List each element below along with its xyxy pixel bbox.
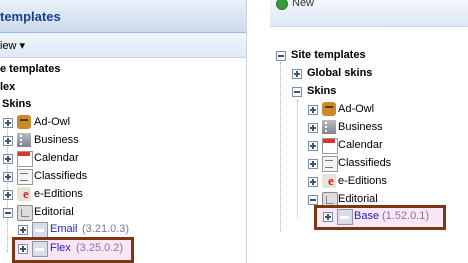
expand-icon[interactable] — [292, 69, 302, 79]
tree-node-label: Calendar — [338, 139, 383, 151]
skin-icon — [32, 241, 48, 257]
skin-version: (3.25.0.2) — [76, 242, 124, 254]
owl-icon — [322, 102, 336, 116]
skin-version: (1.52.0.1) — [382, 210, 430, 222]
expand-icon[interactable] — [3, 190, 13, 200]
tree-node-label: Ad-Owl — [338, 103, 375, 115]
left-panel: templates iew ▾ e templates lex Skins Ad… — [0, 0, 247, 263]
expand-icon[interactable] — [308, 141, 318, 151]
new-icon[interactable] — [276, 0, 288, 10]
view-menu-button[interactable]: iew ▾ — [0, 39, 25, 52]
expand-icon[interactable] — [308, 177, 318, 187]
tree-node-label: Classifieds — [338, 157, 392, 169]
tree-node-label: Skins — [2, 98, 32, 110]
expand-icon[interactable] — [18, 225, 28, 235]
expand-icon[interactable] — [3, 154, 13, 164]
tree-node-label: Email — [50, 223, 78, 235]
tree-node-label: Calendar — [34, 152, 79, 164]
tree-node-label: Site templates — [291, 49, 366, 61]
tree-node-label: Editorial — [338, 193, 378, 205]
tree-node-label: Skins — [307, 85, 337, 97]
building-icon — [17, 133, 31, 147]
new-button[interactable]: New — [292, 0, 314, 9]
tree-node-label: e-Editions — [34, 188, 83, 200]
classifieds-icon — [17, 169, 33, 185]
collapse-icon[interactable] — [3, 208, 13, 218]
expand-icon[interactable] — [323, 212, 333, 222]
tree-node-label: Classifieds — [34, 170, 88, 182]
skin-icon — [337, 209, 353, 225]
expand-icon[interactable] — [18, 244, 28, 254]
expand-icon[interactable] — [308, 159, 318, 169]
toolbar: New — [270, 0, 468, 27]
calendar-icon — [17, 151, 33, 167]
tree-node-label: Ad-Owl — [34, 116, 71, 128]
tree-guide-line — [297, 100, 298, 218]
owl-icon — [17, 115, 31, 129]
collapse-icon[interactable] — [276, 51, 286, 61]
tree-node-label: e-Editions — [338, 175, 387, 187]
tree-node-label: Business — [34, 134, 79, 146]
panel-title: templates — [0, 9, 61, 24]
building-icon — [322, 120, 336, 134]
collapse-icon[interactable] — [308, 195, 318, 205]
expand-icon[interactable] — [3, 172, 13, 182]
tree-node-label: Global skins — [307, 67, 373, 79]
collapse-icon[interactable] — [292, 87, 302, 97]
tree-node-label: lex — [0, 81, 16, 93]
e-editions-icon — [17, 186, 31, 202]
panel-titlebar: templates — [0, 0, 246, 33]
classifieds-icon — [322, 156, 338, 172]
tree-node-label: Flex — [50, 242, 71, 254]
skin-icon — [32, 222, 48, 238]
tree-guide-line — [280, 62, 281, 232]
expand-icon[interactable] — [3, 118, 13, 128]
tree-node-label: Base — [354, 210, 380, 222]
expand-icon[interactable] — [308, 105, 318, 115]
expand-icon[interactable] — [3, 136, 13, 146]
skin-version: (3.21.0.3) — [82, 223, 130, 235]
calendar-icon — [322, 138, 338, 154]
tree-node-label: Business — [338, 121, 383, 133]
tree-node-label: Editorial — [34, 206, 74, 218]
e-editions-icon — [322, 173, 336, 189]
expand-icon[interactable] — [308, 123, 318, 133]
toolbar: iew ▾ — [0, 33, 246, 58]
right-panel: New Site templates Global skins Skins Ad… — [270, 0, 468, 263]
tree-node-label: e templates — [0, 63, 61, 75]
editorial-icon — [17, 205, 33, 221]
